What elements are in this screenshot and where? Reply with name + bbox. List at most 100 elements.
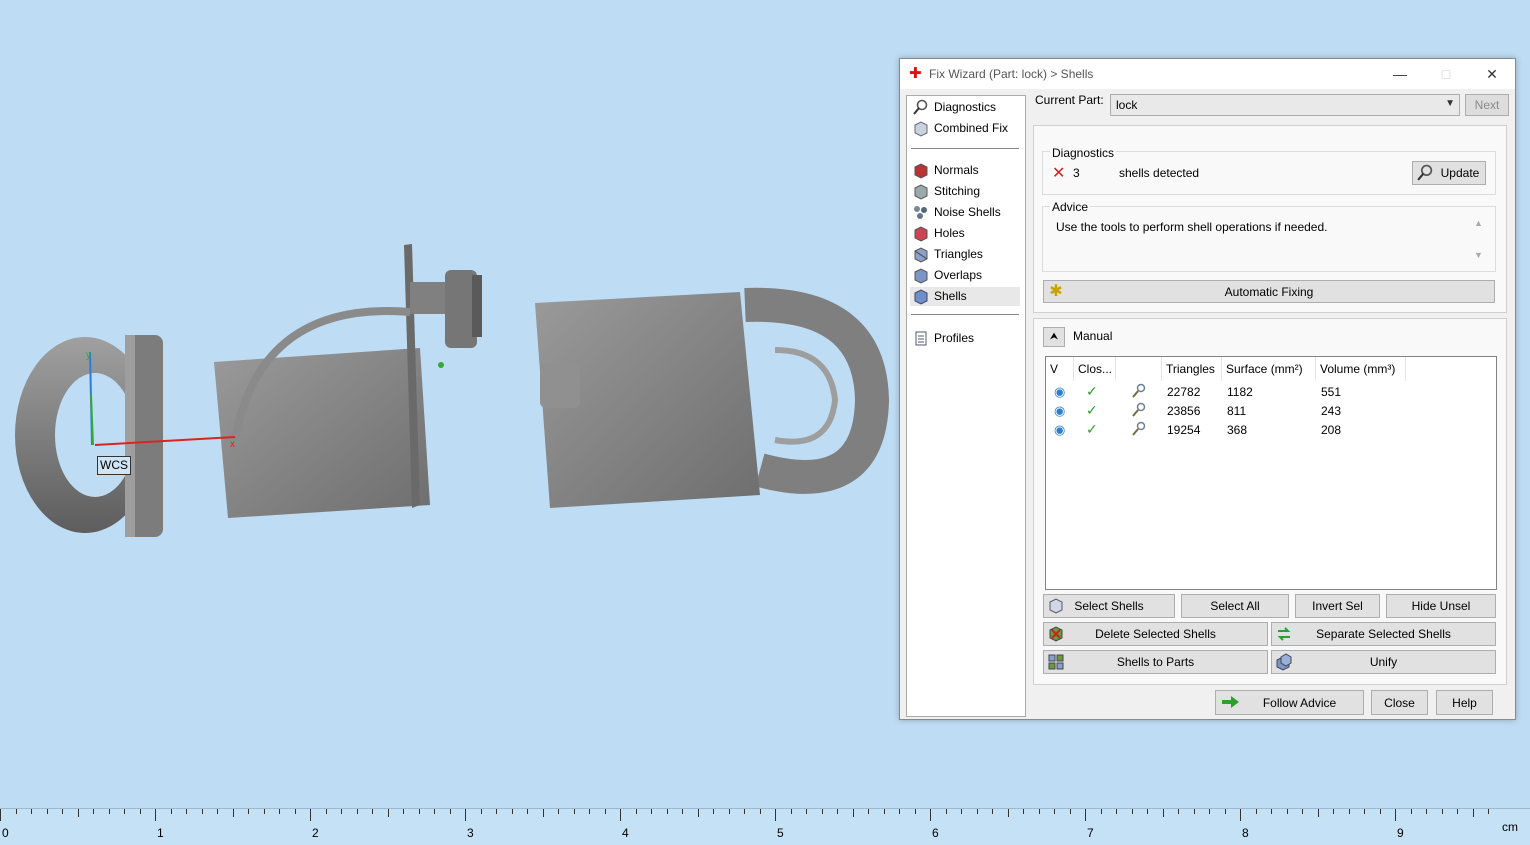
close-button[interactable]: Close bbox=[1371, 690, 1428, 715]
chevron-down-icon: ▼ bbox=[1445, 98, 1455, 109]
next-button[interactable]: Next bbox=[1465, 94, 1509, 116]
axis-x-label: x bbox=[230, 439, 235, 450]
ruler-minor-tick bbox=[418, 809, 420, 814]
volume-cell: 208 bbox=[1321, 423, 1342, 437]
invert-selection-button[interactable]: Invert Sel bbox=[1295, 594, 1380, 618]
ruler-minor-tick bbox=[744, 809, 745, 814]
left-shackle-shell[interactable] bbox=[15, 335, 163, 537]
ruler-minor-tick bbox=[93, 809, 94, 814]
ruler-minor-tick bbox=[1255, 809, 1257, 814]
ruler-major-tick bbox=[155, 809, 156, 821]
nav-item-combined-fix[interactable]: Combined Fix bbox=[910, 119, 1020, 138]
ruler-label: 6 bbox=[932, 826, 939, 840]
zoom-to-shell-icon[interactable] bbox=[1130, 421, 1147, 441]
ruler-label: 7 bbox=[1087, 826, 1094, 840]
ruler-minor-tick bbox=[217, 809, 218, 814]
diagnostics-panel: Diagnostics ✕ 3 shells detected Update A… bbox=[1033, 125, 1507, 313]
ruler-minor-tick bbox=[527, 809, 528, 814]
nav-item-normals[interactable]: Normals bbox=[910, 161, 1020, 180]
col-surface-header[interactable]: Surface (mm²) bbox=[1222, 357, 1316, 381]
nav-item-noise-shells[interactable]: Noise Shells bbox=[910, 203, 1020, 222]
select-shells-button[interactable]: Select Shells bbox=[1043, 594, 1175, 618]
ruler-major-tick bbox=[1240, 809, 1241, 821]
col-zoom-header[interactable] bbox=[1116, 357, 1162, 381]
magnifier-icon bbox=[1417, 164, 1433, 181]
zoom-to-shell-icon[interactable] bbox=[1130, 402, 1147, 422]
separate-selected-shells-button[interactable]: Separate Selected Shells bbox=[1271, 622, 1496, 646]
ruler-minor-tick bbox=[1333, 809, 1334, 814]
ruler-minor-tick bbox=[837, 809, 838, 814]
eye-icon[interactable]: ◉ bbox=[1054, 422, 1065, 438]
triangles-cube-icon bbox=[914, 247, 928, 263]
col-triangles-header[interactable]: Triangles bbox=[1162, 357, 1222, 381]
select-all-button[interactable]: Select All bbox=[1181, 594, 1289, 618]
model-canvas[interactable]: x y bbox=[0, 0, 890, 800]
nav-item-stitching[interactable]: Stitching bbox=[910, 182, 1020, 201]
nav-item-diagnostics[interactable]: Diagnostics bbox=[910, 98, 1020, 117]
eye-icon[interactable]: ◉ bbox=[1054, 384, 1065, 400]
ruler-minor-tick bbox=[201, 809, 203, 814]
col-visible-header[interactable]: V bbox=[1046, 357, 1074, 381]
ruler-minor-tick bbox=[1162, 809, 1164, 817]
ruler-unit: cm bbox=[1502, 820, 1518, 834]
delete-selected-shells-button[interactable]: Delete Selected Shells bbox=[1043, 622, 1268, 646]
wizard-nav: Diagnostics Combined Fix Normals Stitchi… bbox=[906, 95, 1026, 717]
ruler-minor-tick bbox=[1054, 809, 1055, 814]
ruler-minor-tick bbox=[914, 809, 916, 814]
ruler-minor-tick bbox=[1364, 809, 1365, 814]
ruler-minor-tick bbox=[1317, 809, 1319, 817]
ruler-minor-tick bbox=[558, 809, 559, 814]
middle-body-shell[interactable] bbox=[214, 244, 482, 518]
help-button[interactable]: Help bbox=[1436, 690, 1493, 715]
ruler-minor-tick bbox=[589, 809, 590, 814]
zoom-to-shell-icon[interactable] bbox=[1130, 383, 1147, 403]
surface-cell: 368 bbox=[1227, 423, 1248, 437]
scroll-up-icon[interactable]: ▲ bbox=[1474, 218, 1483, 228]
table-row[interactable]: ◉ ✓ 22782 1182 551 bbox=[1046, 383, 1494, 402]
surface-cell: 811 bbox=[1227, 404, 1247, 418]
nav-item-overlaps[interactable]: Overlaps bbox=[910, 266, 1020, 285]
volume-cell: 243 bbox=[1321, 404, 1342, 418]
ruler-label: 0 bbox=[2, 826, 9, 840]
nav-item-holes[interactable]: Holes bbox=[910, 224, 1020, 243]
ruler-label: 3 bbox=[467, 826, 474, 840]
col-closed-header[interactable]: Clos... bbox=[1074, 357, 1116, 381]
magnifier-icon bbox=[913, 99, 928, 115]
title-bar[interactable]: ✚ Fix Wizard (Part: lock) > Shells — □ ✕ bbox=[900, 59, 1515, 89]
shells-to-parts-button[interactable]: Shells to Parts bbox=[1043, 650, 1268, 674]
maximize-button[interactable]: □ bbox=[1423, 59, 1469, 89]
shells-table[interactable]: V Clos... Triangles Surface (mm²) Volume… bbox=[1045, 356, 1497, 590]
col-volume-header[interactable]: Volume (mm³) bbox=[1316, 357, 1406, 381]
ruler-major-tick bbox=[620, 809, 621, 821]
ruler-minor-tick bbox=[511, 809, 513, 814]
current-part-select[interactable]: lock ▼ bbox=[1110, 94, 1460, 116]
ruler-minor-tick bbox=[573, 809, 575, 814]
nav-item-triangles[interactable]: Triangles bbox=[910, 245, 1020, 264]
ruler-minor-tick bbox=[77, 809, 79, 817]
advice-text: Use the tools to perform shell operation… bbox=[1056, 220, 1328, 234]
ruler-label: 5 bbox=[777, 826, 784, 840]
hide-unselected-button[interactable]: Hide Unsel bbox=[1386, 594, 1496, 618]
collapse-manual-button[interactable]: ⮝ bbox=[1043, 327, 1065, 347]
table-row[interactable]: ◉ ✓ 19254 368 208 bbox=[1046, 421, 1494, 440]
close-window-button[interactable]: ✕ bbox=[1469, 59, 1515, 89]
automatic-fixing-button[interactable]: ✱ Automatic Fixing bbox=[1043, 280, 1495, 303]
advice-group-label: Advice bbox=[1050, 200, 1091, 214]
table-row[interactable]: ◉ ✓ 23856 811 243 bbox=[1046, 402, 1494, 421]
update-button[interactable]: Update bbox=[1412, 161, 1486, 185]
scroll-down-icon[interactable]: ▼ bbox=[1474, 250, 1483, 260]
ruler-minor-tick bbox=[1379, 809, 1381, 814]
nav-item-shells[interactable]: Shells bbox=[910, 287, 1020, 306]
follow-advice-button[interactable]: Follow Advice bbox=[1215, 690, 1364, 715]
eye-icon[interactable]: ◉ bbox=[1054, 403, 1065, 419]
ruler-major-tick bbox=[0, 809, 1, 821]
unify-button[interactable]: Unify bbox=[1271, 650, 1496, 674]
ruler-minor-tick bbox=[434, 809, 435, 814]
minimize-button[interactable]: — bbox=[1377, 59, 1423, 89]
ruler-minor-tick bbox=[666, 809, 668, 814]
nav-item-profiles[interactable]: Profiles bbox=[910, 329, 1020, 348]
checkmark-icon: ✓ bbox=[1086, 421, 1098, 437]
right-lock-shell[interactable] bbox=[535, 287, 890, 508]
3d-viewport[interactable]: x y WCS bbox=[0, 0, 890, 800]
ruler-minor-tick bbox=[341, 809, 342, 814]
